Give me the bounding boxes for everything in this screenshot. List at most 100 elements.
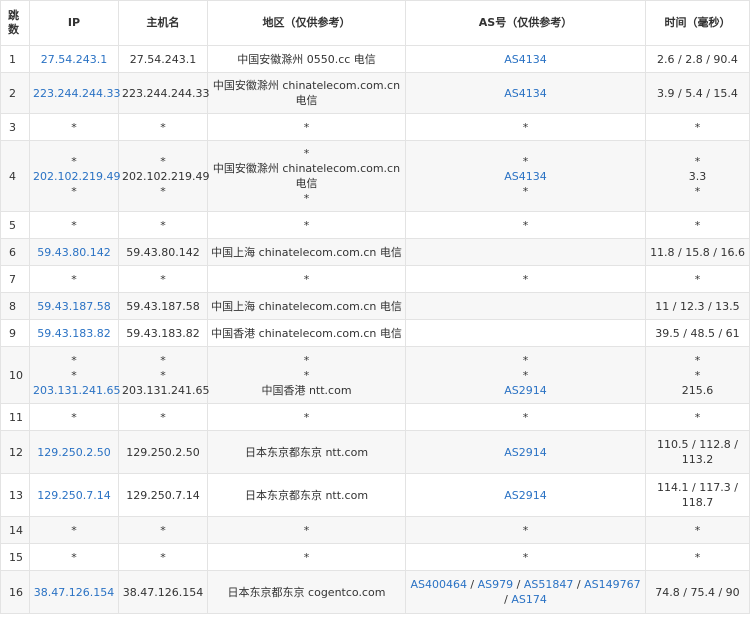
ip-value: * [71,120,77,134]
ip-link[interactable]: 38.47.126.154 [33,585,115,600]
cell-hop: 5 [0,211,30,239]
region-value: 电信 [295,94,318,107]
cell-ip: * [29,265,119,293]
ip-value: * [71,368,77,382]
host-value: 59.43.183.82 [126,326,200,340]
time-value: * [694,410,701,424]
time-value: 113.2 [681,453,714,466]
table-row: 5 * * * * * [0,211,750,239]
time-value: * [694,184,701,198]
as-link[interactable]: AS2914 [409,383,642,398]
cell-region: 中国安徽滁州 chinatelecom.com.cn 电信 [207,72,406,114]
host-value: * [160,353,166,367]
region-value: * [303,192,310,205]
ip-value: * [71,272,77,286]
as-link[interactable]: AS51847 [524,578,574,591]
cell-ip: * 202.102.219.49 * [29,140,120,212]
as-link[interactable]: AS400464 [410,578,467,591]
cell-time: 11 / 12.3 / 13.5 [645,292,750,320]
ip-value: * [71,184,77,198]
as-link[interactable]: AS174 [511,593,547,606]
cell-hop: 8 [0,292,30,320]
cell-as: * [405,403,646,431]
region-value: * [303,368,310,382]
time-value: * [694,272,701,286]
time-value: 110.5 / 112.8 / [657,438,738,451]
host-value: 38.47.126.154 [122,585,204,599]
as-link[interactable]: AS4134 [409,86,642,101]
cell-region: 日本东京都东京 cogentco.com [207,570,406,614]
cell-as [405,238,646,266]
cell-host: * [118,211,208,239]
table-row: 3 * * * * * [0,113,750,141]
cell-as: * AS4134 * [405,140,646,212]
cell-as: AS4134 [405,72,646,114]
cell-as: AS4134 [405,45,646,73]
region-value: 日本东京都东京 cogentco.com [227,585,386,599]
ip-link[interactable]: 59.43.183.82 [33,326,115,341]
region-value: * [303,550,310,564]
cell-time: 39.5 / 48.5 / 61 [645,319,750,347]
ip-link[interactable]: 27.54.243.1 [33,52,115,67]
ip-value: * [71,523,77,537]
host-value: 59.43.187.58 [126,299,200,313]
cell-ip: * [29,113,119,141]
as-separator: / [466,578,478,591]
as-link[interactable]: AS149767 [584,578,641,591]
cell-time: * [645,516,750,544]
cell-region: * [207,211,406,239]
ip-link[interactable]: 202.102.219.49 [33,169,120,184]
cell-region: 中国上海 chinatelecom.com.cn 电信 [207,238,406,266]
as-link[interactable]: AS4134 [409,52,642,67]
cell-region: 中国香港 chinatelecom.com.cn 电信 [207,319,406,347]
ip-link[interactable]: 59.43.187.58 [33,299,115,314]
time-value: 215.6 [681,383,714,397]
host-value: * [160,368,166,382]
host-value: 203.131.241.65 [122,383,210,397]
region-value: 中国香港 ntt.com [261,383,352,397]
time-value: 2.6 / 2.8 / 90.4 [657,52,738,66]
cell-as: * [405,543,646,571]
cell-ip: 59.43.187.58 [29,292,119,320]
as-link[interactable]: AS2914 [409,445,642,460]
region-value: * [303,120,310,134]
time-value: * [694,550,701,564]
cell-hop: 9 [0,319,30,347]
host-value: * [160,120,166,134]
cell-hop: 1 [0,45,30,73]
cell-region: 日本东京都东京 ntt.com [207,430,406,474]
ip-value: * [71,550,77,564]
ip-link[interactable]: 59.43.80.142 [33,245,115,260]
cell-as: AS2914 [405,430,646,474]
cell-as [405,319,646,347]
cell-region: 中国上海 chinatelecom.com.cn 电信 [207,292,406,320]
ip-link[interactable]: 129.250.7.14 [33,488,115,503]
ip-value: * [71,410,77,424]
cell-ip: * [29,211,119,239]
time-value: 39.5 / 48.5 / 61 [655,326,740,340]
as-value: * [522,154,529,168]
time-value: 11 / 12.3 / 13.5 [655,299,740,313]
region-value: * [303,523,310,537]
region-value: 中国上海 chinatelecom.com.cn 电信 [211,299,402,313]
cell-as: * [405,516,646,544]
time-value: * [694,154,701,168]
as-link[interactable]: AS979 [478,578,514,591]
cell-region: * [207,543,406,571]
ip-link[interactable]: 203.131.241.65 [33,383,120,398]
table-row: 7 * * * * * [0,265,750,293]
ip-link[interactable]: 129.250.2.50 [33,445,115,460]
ip-link[interactable]: 223.244.244.33 [33,86,120,101]
as-separator: / [573,578,585,591]
as-value: * [522,368,529,382]
cell-time: * [645,265,750,293]
host-value: * [160,410,166,424]
as-link[interactable]: AS4134 [409,169,642,184]
region-value: 中国安徽滁州 chinatelecom.com.cn [212,79,401,92]
cell-host: 129.250.7.14 [118,473,208,517]
cell-region: * 中国安徽滁州 chinatelecom.com.cn 电信 * [207,140,406,212]
time-value: 11.8 / 15.8 / 16.6 [650,245,745,259]
cell-host: 59.43.80.142 [118,238,208,266]
header-hop: 跳数 [0,0,30,46]
as-link[interactable]: AS2914 [409,488,642,503]
